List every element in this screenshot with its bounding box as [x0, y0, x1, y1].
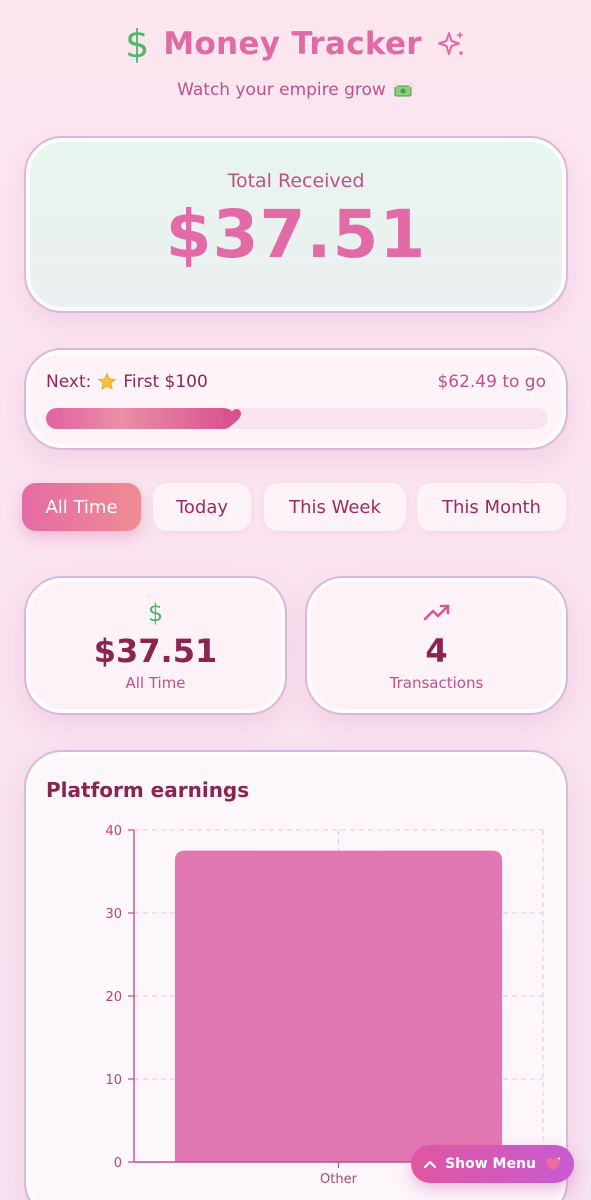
- y-tick-label: 30: [105, 907, 122, 922]
- total-received-value: $37.51: [165, 196, 427, 273]
- header: $ Money Tracker Watch your empire grow: [0, 22, 591, 100]
- milestone-progress-card: Next: First $100 $62.49 to go: [24, 348, 568, 450]
- platform-earnings-card: Platform earnings 0 10 20 30 40 Other: [24, 750, 568, 1200]
- y-tick-label: 40: [105, 824, 122, 839]
- next-prefix: Next:: [46, 372, 92, 392]
- total-received-card: Total Received $37.51: [24, 136, 568, 313]
- trending-up-icon: [423, 604, 449, 621]
- show-menu-button[interactable]: Show Menu: [411, 1145, 574, 1183]
- x-tick-label: Other: [320, 1172, 358, 1187]
- title-row: $ Money Tracker: [0, 22, 591, 66]
- platform-earnings-chart: 0 10 20 30 40 Other: [105, 824, 544, 1187]
- stat-card-all-time: $ $37.51 All Time: [24, 576, 287, 715]
- next-milestone: Next: First $100: [46, 372, 208, 392]
- tab-this-month[interactable]: This Month: [417, 483, 566, 531]
- heart-icon: [223, 409, 241, 425]
- glowing-star-icon: [98, 372, 117, 390]
- milestone-row: Next: First $100 $62.49 to go: [26, 350, 566, 392]
- subtitle-row: Watch your empire grow: [0, 80, 591, 100]
- y-tick-label: 20: [105, 990, 122, 1005]
- stat-label-transactions: Transactions: [389, 674, 484, 692]
- tab-today[interactable]: Today: [153, 483, 251, 531]
- stat-value-transactions: 4: [425, 632, 448, 670]
- tab-all-time[interactable]: All Time: [22, 483, 141, 531]
- y-tick-label: 10: [105, 1073, 122, 1088]
- sparkles-icon: [437, 31, 464, 55]
- dollar-icon: $: [147, 599, 164, 627]
- tab-this-week[interactable]: This Week: [264, 483, 406, 531]
- progress-bar-fill: [46, 408, 234, 429]
- bar-other: [174, 850, 503, 1162]
- chevron-up-icon: [423, 1160, 437, 1169]
- amount-to-go: $62.49 to go: [437, 372, 546, 392]
- stat-value-all-time: $37.51: [93, 632, 218, 670]
- money-with-wings-icon: [392, 82, 413, 97]
- stat-label-all-time: All Time: [125, 674, 186, 692]
- sparkling-heart-icon: [545, 1157, 561, 1171]
- progress-bar: [46, 408, 548, 429]
- total-received-label: Total Received: [227, 170, 365, 192]
- show-menu-label: Show Menu: [445, 1156, 536, 1172]
- app-title: Money Tracker: [163, 26, 422, 62]
- dollar-icon: $: [125, 22, 150, 66]
- stat-card-transactions: 4 Transactions: [305, 576, 568, 715]
- milestone-name: First $100: [123, 372, 208, 392]
- subtitle: Watch your empire grow: [177, 80, 386, 100]
- y-tick-label: 0: [114, 1156, 122, 1171]
